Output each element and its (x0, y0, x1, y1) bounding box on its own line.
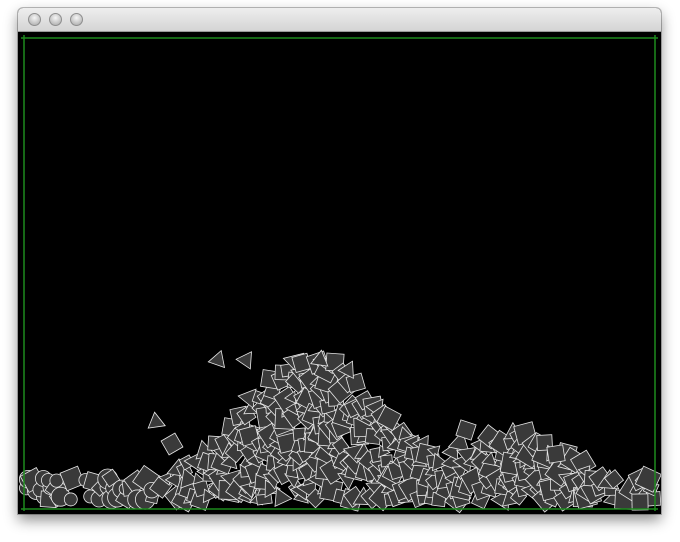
app-window (18, 8, 661, 514)
title-bar[interactable] (18, 8, 661, 32)
minimize-button[interactable] (49, 13, 62, 26)
close-button[interactable] (28, 13, 41, 26)
square-body (546, 444, 566, 464)
square-body (631, 493, 649, 511)
physics-canvas[interactable] (18, 32, 661, 514)
circle-body (63, 492, 78, 507)
zoom-button[interactable] (70, 13, 83, 26)
